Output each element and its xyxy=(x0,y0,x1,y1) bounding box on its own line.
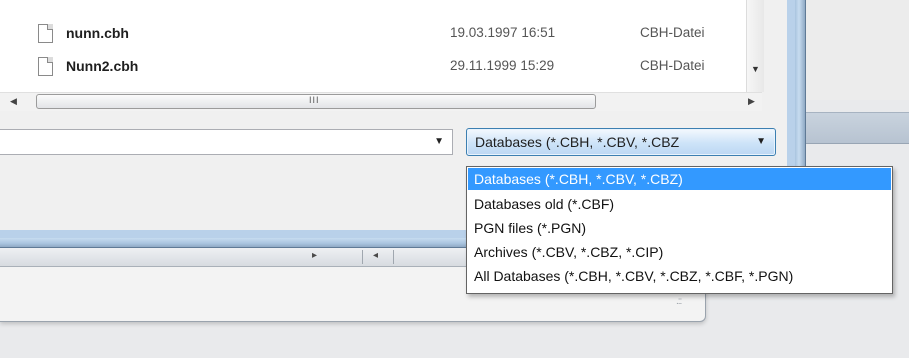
background-horizontal-scrollbar[interactable]: ▸ ◂ xyxy=(0,248,473,267)
scroll-down-arrow-icon[interactable]: ▼ xyxy=(751,64,760,74)
file-icon xyxy=(38,57,53,76)
file-name: Nunn2.cbh xyxy=(66,58,139,74)
dropdown-option[interactable]: Databases (*.CBH, *.CBV, *.CBZ) xyxy=(468,168,891,190)
file-type-select[interactable]: Databases (*.CBH, *.CBV, *.CBZ ▼ xyxy=(466,128,776,156)
scrollbar-grip: III xyxy=(309,95,320,105)
chevron-down-icon[interactable]: ▼ xyxy=(756,136,766,147)
filename-input[interactable]: ▼ xyxy=(0,129,453,155)
file-date: 19.03.1997 16:51 xyxy=(450,25,556,40)
dropdown-option[interactable]: Archives (*.CBV, *.CBZ, *.CIP) xyxy=(468,241,891,263)
scroll-right-arrow-icon[interactable]: ▸ xyxy=(312,250,317,261)
scroll-divider xyxy=(393,250,394,264)
vertical-scrollbar[interactable]: ▼ xyxy=(746,0,764,92)
file-type: CBH-Datei xyxy=(640,25,705,40)
file-type-selected: Databases (*.CBH, *.CBV, *.CBZ xyxy=(475,134,680,150)
scroll-left-arrow-icon[interactable]: ◀ xyxy=(10,96,17,107)
file-list[interactable]: nunn.cbh 19.03.1997 16:51 CBH-Datei Nunn… xyxy=(0,0,764,92)
file-row[interactable]: Nunn2.cbh 29.11.1999 15:29 CBH-Datei xyxy=(0,55,762,79)
scrollbar-thumb[interactable]: III xyxy=(36,94,596,109)
file-date: 29.11.1999 15:29 xyxy=(450,58,555,73)
dropdown-option[interactable]: All Databases (*.CBH, *.CBV, *.CBZ, *.CB… xyxy=(468,265,891,287)
file-type-dropdown[interactable]: Databases (*.CBH, *.CBV, *.CBZ) Database… xyxy=(466,166,893,294)
scroll-divider xyxy=(362,250,363,264)
background-toolbar-strip xyxy=(790,112,909,144)
dropdown-option[interactable]: PGN files (*.PGN) xyxy=(468,217,891,239)
horizontal-scrollbar[interactable]: ◀ III ▶ xyxy=(0,92,762,111)
file-type: CBH-Datei xyxy=(640,58,705,73)
scroll-left-arrow-icon[interactable]: ◂ xyxy=(373,250,378,261)
scroll-right-arrow-icon[interactable]: ▶ xyxy=(748,96,755,107)
resize-grip-icon[interactable]: .:: xyxy=(676,296,694,310)
file-row[interactable]: nunn.cbh 19.03.1997 16:51 CBH-Datei xyxy=(0,22,762,46)
dropdown-option[interactable]: Databases old (*.CBF) xyxy=(468,193,891,215)
file-icon xyxy=(38,24,53,43)
chevron-down-icon[interactable]: ▼ xyxy=(434,136,444,147)
file-name: nunn.cbh xyxy=(66,25,129,41)
